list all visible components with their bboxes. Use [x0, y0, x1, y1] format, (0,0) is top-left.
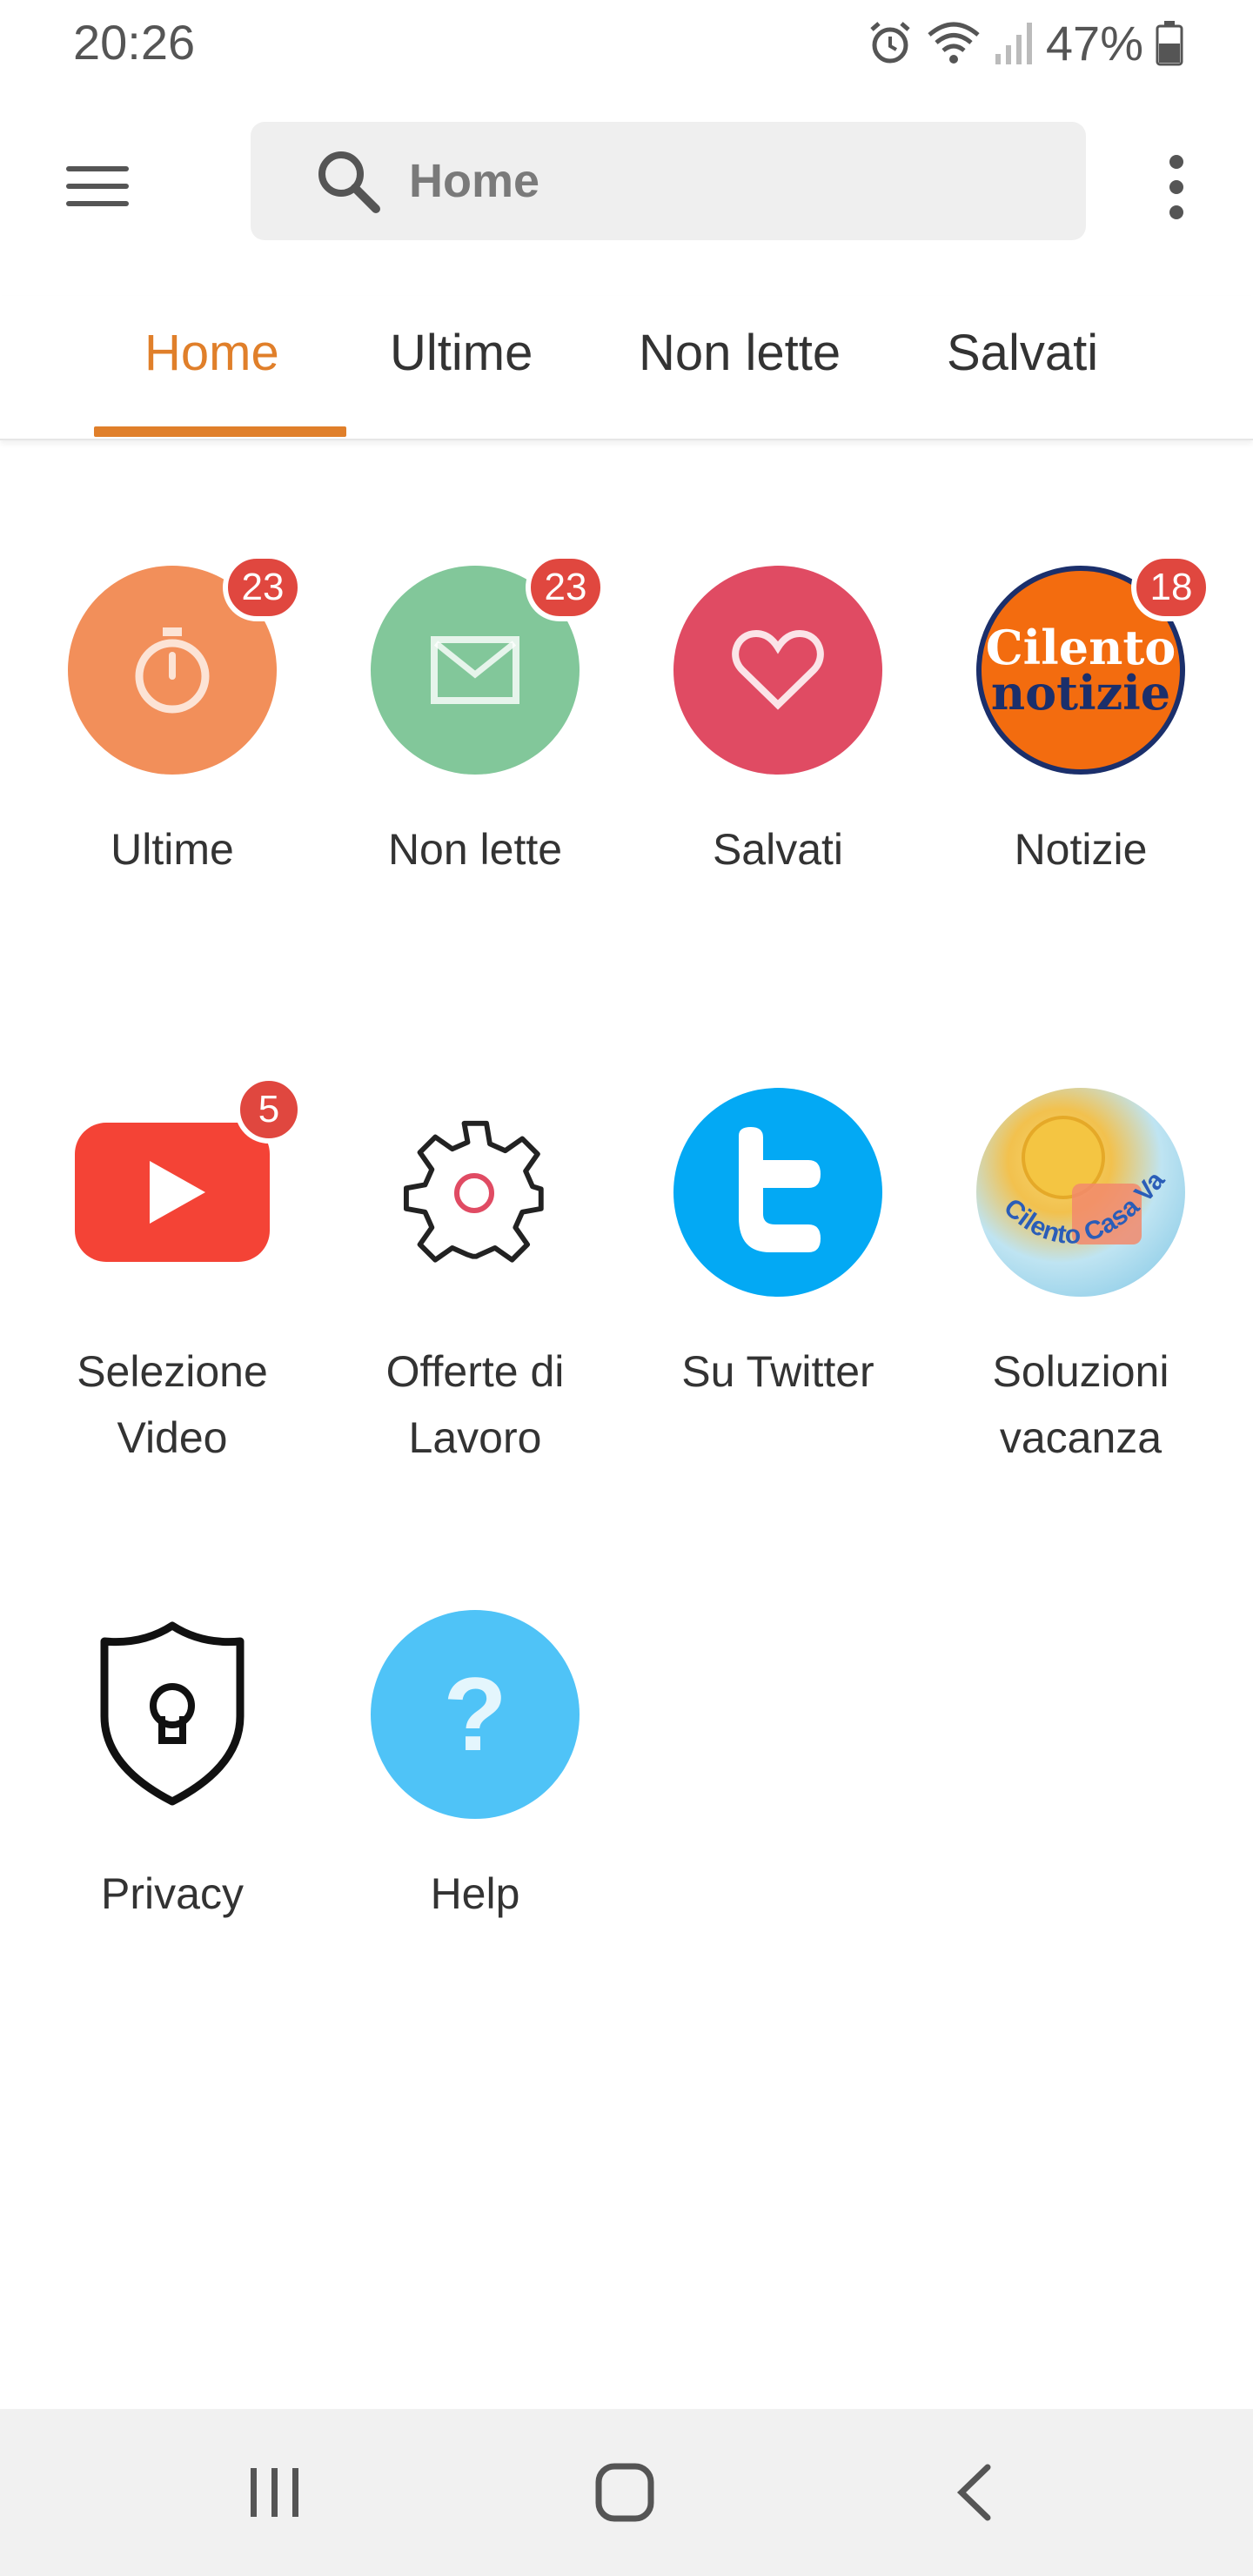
tile-offerte-di-lavoro[interactable]: Offerte di Lavoro [345, 1088, 606, 1471]
tab-non-lette[interactable]: Non lette [639, 324, 841, 411]
tile-label: Non lette [387, 825, 563, 874]
gear-icon [371, 1088, 580, 1297]
back-icon[interactable] [888, 2409, 1062, 2576]
unread-count-badge: 5 [235, 1076, 303, 1144]
cilento-casa-vacanze-logo: Cilento Casa Vacanze [976, 1088, 1185, 1297]
question-icon: ? [371, 1610, 580, 1819]
tile-su-twitter[interactable]: Su Twitter [647, 1088, 908, 1405]
tile-label: Salvati [712, 825, 844, 874]
search-input[interactable]: Home [409, 154, 539, 208]
wifi-icon [926, 19, 982, 66]
tile-help[interactable]: ? Help [345, 1610, 606, 1927]
tab-bar: Home Ultime Non lette Salvati [0, 296, 1253, 440]
recent-apps-icon[interactable] [188, 2409, 362, 2576]
battery-percentage: 47% [1045, 15, 1143, 70]
signal-icon [994, 19, 1034, 66]
tile-label: Offerte di Lavoro [385, 1347, 565, 1462]
unread-count-badge: 23 [223, 553, 303, 621]
app-bar: Home [0, 113, 1253, 244]
search-icon [318, 151, 380, 213]
status-time: 20:26 [73, 15, 196, 70]
tab-salvati[interactable]: Salvati [947, 324, 1098, 411]
search-box[interactable]: Home [251, 122, 1086, 240]
alarm-icon [867, 19, 914, 66]
tile-label: Selezione Video [77, 1347, 268, 1462]
tile-privacy[interactable]: Privacy [42, 1610, 303, 1927]
tile-salvati[interactable]: Salvati [647, 566, 908, 882]
tile-label: Su Twitter [681, 1347, 874, 1396]
unread-count-badge: 18 [1131, 553, 1211, 621]
twitter-icon [673, 1088, 882, 1297]
tile-label: Ultime [111, 825, 234, 874]
tile-notizie[interactable]: Cilento notizie 18 Notizie [950, 553, 1211, 882]
tile-label: Privacy [101, 1869, 244, 1918]
tile-non-lette[interactable]: 23 Non lette [345, 553, 606, 882]
tab-ultime[interactable]: Ultime [390, 324, 533, 411]
tile-ultime[interactable]: 23 Ultime [42, 553, 303, 882]
tile-label: Help [430, 1869, 520, 1918]
more-vert-icon[interactable] [1157, 148, 1196, 226]
tab-home[interactable]: Home [144, 324, 279, 411]
home-icon[interactable] [538, 2409, 712, 2576]
tile-soluzioni-vacanza[interactable]: Cilento Casa Vacanze Soluzioni vacanza [950, 1088, 1211, 1471]
shield-lock-icon [68, 1610, 277, 1819]
system-nav-bar [0, 2409, 1253, 2576]
tile-label: Soluzioni vacanza [992, 1347, 1169, 1462]
tile-label: Notizie [1014, 825, 1148, 874]
tile-selezione-video[interactable]: 5 Selezione Video [42, 1076, 303, 1471]
unread-count-badge: 23 [526, 553, 606, 621]
heart-icon [673, 566, 882, 775]
active-tab-indicator [94, 426, 346, 437]
battery-icon [1156, 19, 1183, 66]
status-icons: 47% [867, 12, 1183, 73]
hamburger-menu-icon[interactable] [61, 150, 134, 223]
status-bar: 20:26 47% [0, 0, 1253, 87]
